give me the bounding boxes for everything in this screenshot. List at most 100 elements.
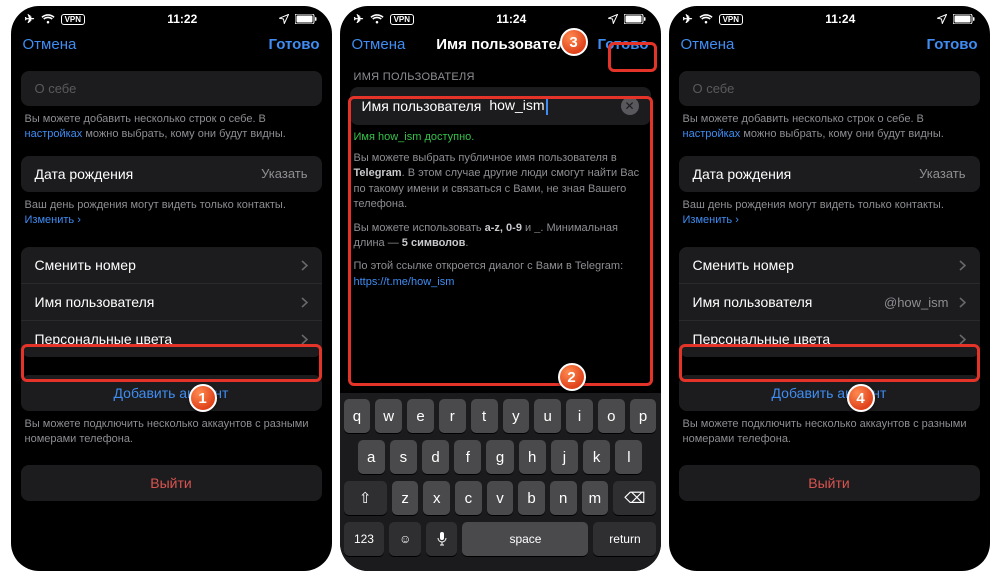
key-t[interactable]: t: [471, 399, 498, 433]
key-e[interactable]: e: [407, 399, 434, 433]
cancel-button[interactable]: Отмена: [23, 36, 77, 53]
key-o[interactable]: o: [598, 399, 625, 433]
key-k[interactable]: k: [583, 440, 610, 474]
key-n[interactable]: n: [550, 481, 577, 515]
vpn-badge: VPN: [390, 14, 414, 25]
wifi-icon: [699, 14, 713, 24]
add-account-button[interactable]: Добавить аккаунт: [21, 375, 322, 411]
about-placeholder: О себе: [35, 81, 77, 96]
step-badge-4: 4: [847, 384, 875, 412]
phone-3: ✈ VPN 11:24 Отмена Готово О себе: [669, 6, 990, 571]
settings-link[interactable]: настройках: [25, 128, 83, 140]
key-r[interactable]: r: [439, 399, 466, 433]
key-f[interactable]: f: [454, 440, 481, 474]
dob-cell[interactable]: Дата рождения Указать: [21, 156, 322, 192]
dob-change-link[interactable]: Изменить: [25, 214, 78, 226]
key-l[interactable]: l: [615, 440, 642, 474]
key-x[interactable]: x: [423, 481, 450, 515]
wifi-icon: [41, 14, 55, 24]
mic-key[interactable]: [426, 522, 458, 556]
status-time: 11:22: [167, 12, 197, 26]
dob-label: Дата рождения: [693, 166, 792, 182]
airplane-icon: ✈: [683, 12, 693, 26]
username-link[interactable]: https://t.me/how_ism: [354, 276, 455, 288]
backspace-key[interactable]: ⌫: [613, 481, 656, 515]
chevron-right-icon: [301, 260, 308, 271]
username-available: Имя how_ism доступно.: [340, 125, 661, 143]
location-icon: [279, 14, 289, 24]
username-label: Имя пользователя: [693, 294, 813, 310]
username-cell[interactable]: Имя пользователя: [21, 283, 322, 320]
key-u[interactable]: u: [534, 399, 561, 433]
done-button[interactable]: Готово: [597, 36, 648, 53]
chevron-right-icon: [959, 334, 966, 345]
chevron-right-icon: [301, 334, 308, 345]
vpn-badge: VPN: [719, 14, 743, 25]
shift-key[interactable]: ⇧: [344, 481, 387, 515]
key-s[interactable]: s: [390, 440, 417, 474]
username-input-row[interactable]: Имя пользователя how_ism ✕: [350, 87, 651, 125]
space-key[interactable]: space: [462, 522, 588, 556]
about-cell[interactable]: О себе: [21, 71, 322, 106]
dob-cell[interactable]: Дата рождения Указать: [679, 156, 980, 192]
numbers-key[interactable]: 123: [344, 522, 385, 556]
cancel-button[interactable]: Отмена: [681, 36, 735, 53]
done-button[interactable]: Готово: [268, 36, 319, 53]
logout-button[interactable]: Выйти: [21, 465, 322, 501]
key-b[interactable]: b: [518, 481, 545, 515]
keyboard: qwertyuiop asdfghjkl ⇧ zxcvbnm ⌫ 123 ☺ s…: [340, 393, 661, 571]
add-account-button[interactable]: Добавить аккаунт: [679, 375, 980, 411]
about-hint: Вы можете добавить несколько строк о себ…: [669, 106, 990, 142]
key-q[interactable]: q: [344, 399, 371, 433]
key-y[interactable]: y: [503, 399, 530, 433]
colors-cell[interactable]: Персональные цвета: [21, 320, 322, 357]
key-v[interactable]: v: [487, 481, 514, 515]
username-label: Имя пользователя: [35, 294, 155, 310]
chevron-right-icon: [301, 297, 308, 308]
key-h[interactable]: h: [519, 440, 546, 474]
dob-value: Указать: [261, 166, 307, 181]
vpn-badge: VPN: [61, 14, 85, 25]
dob-change-link[interactable]: Изменить: [683, 214, 736, 226]
username-cell[interactable]: Имя пользователя @how_ism: [679, 283, 980, 320]
about-cell[interactable]: О себе: [679, 71, 980, 106]
username-value: @how_ism: [884, 295, 949, 310]
return-key[interactable]: return: [593, 522, 656, 556]
clear-icon[interactable]: ✕: [621, 97, 639, 115]
key-p[interactable]: p: [630, 399, 657, 433]
nav-bar: Отмена Имя пользовател Готово: [340, 28, 661, 61]
emoji-key[interactable]: ☺: [389, 522, 421, 556]
status-bar: ✈ VPN 11:22: [11, 6, 332, 28]
change-number-cell[interactable]: Сменить номер: [679, 247, 980, 283]
section-header: ИМЯ ПОЛЬЗОВАТЕЛЯ: [340, 61, 661, 87]
key-d[interactable]: d: [422, 440, 449, 474]
settings-link[interactable]: настройках: [683, 128, 741, 140]
change-number-label: Сменить номер: [693, 257, 794, 273]
change-number-cell[interactable]: Сменить номер: [21, 247, 322, 283]
logout-button[interactable]: Выйти: [679, 465, 980, 501]
chevron-right-icon: [959, 260, 966, 271]
key-c[interactable]: c: [455, 481, 482, 515]
key-w[interactable]: w: [375, 399, 402, 433]
username-desc-1: Вы можете выбрать публичное имя пользова…: [340, 143, 661, 213]
done-button[interactable]: Готово: [926, 36, 977, 53]
key-m[interactable]: m: [582, 481, 609, 515]
wifi-icon: [370, 14, 384, 24]
battery-icon: [624, 14, 646, 24]
nav-bar: Отмена Готово: [669, 28, 990, 61]
colors-cell[interactable]: Персональные цвета: [679, 320, 980, 357]
colors-label: Персональные цвета: [693, 331, 831, 347]
dob-hint: Ваш день рождения могут видеть только ко…: [669, 192, 990, 228]
step-badge-2: 2: [558, 363, 586, 391]
key-z[interactable]: z: [392, 481, 419, 515]
key-g[interactable]: g: [486, 440, 513, 474]
cancel-button[interactable]: Отмена: [352, 36, 406, 53]
step-badge-1: 1: [189, 384, 217, 412]
about-placeholder: О себе: [693, 81, 735, 96]
colors-label: Персональные цвета: [35, 331, 173, 347]
key-i[interactable]: i: [566, 399, 593, 433]
key-j[interactable]: j: [551, 440, 578, 474]
phone-1: ✈ VPN 11:22 Отмена Готово: [11, 6, 332, 571]
key-a[interactable]: a: [358, 440, 385, 474]
status-time: 11:24: [825, 12, 855, 26]
